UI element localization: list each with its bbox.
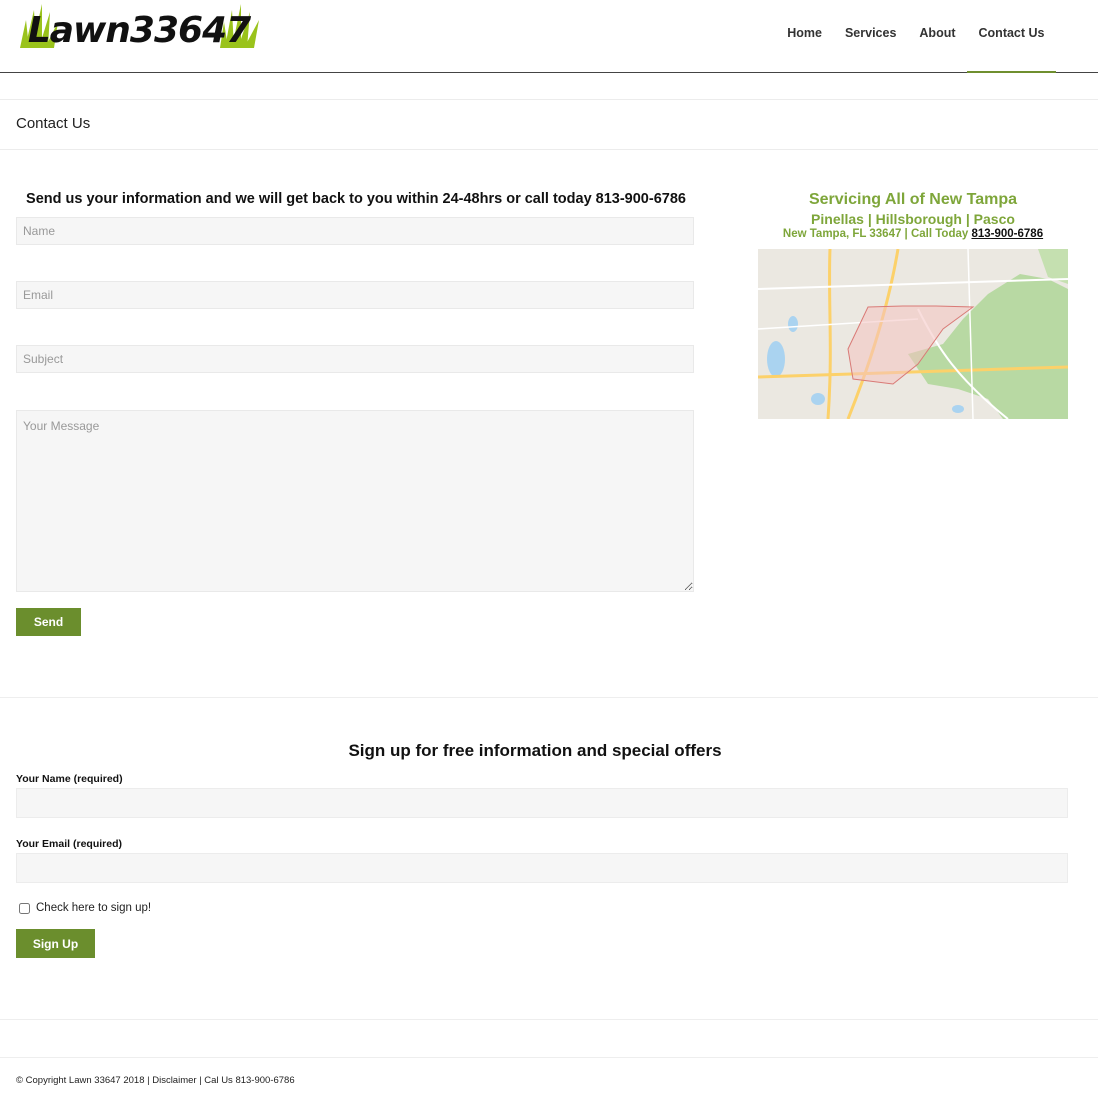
name-input[interactable] bbox=[16, 217, 694, 245]
signup-name-input[interactable] bbox=[16, 788, 1068, 818]
nav-home[interactable]: Home bbox=[776, 0, 834, 72]
section-divider bbox=[0, 697, 1098, 698]
send-button[interactable]: Send bbox=[16, 608, 81, 636]
signup-email-label: Your Email (required) bbox=[16, 838, 122, 850]
service-area-counties: Pinellas | Hillsborough | Pasco bbox=[811, 211, 1015, 227]
subject-input[interactable] bbox=[16, 345, 694, 373]
signup-heading: Sign up for free information and special… bbox=[348, 741, 722, 760]
signup-checkbox[interactable] bbox=[19, 902, 30, 914]
contact-form-heading: Send us your information and we will get… bbox=[26, 191, 686, 207]
service-area-location: New Tampa, FL 33647 | Call Today bbox=[782, 228, 972, 240]
phone-link[interactable]: 813-900-6786 bbox=[971, 228, 1043, 240]
signup-name-label: Your Name (required) bbox=[16, 773, 123, 785]
service-area-map[interactable] bbox=[757, 248, 1069, 420]
main-nav: Home Services About Contact Us bbox=[776, 0, 1056, 73]
signup-email-input[interactable] bbox=[16, 853, 1068, 883]
nav-contact-us[interactable]: Contact Us bbox=[967, 0, 1056, 73]
sign-up-button[interactable]: Sign Up bbox=[16, 929, 95, 958]
service-area-title: Servicing All of New Tampa bbox=[808, 191, 1018, 208]
service-area-box: Servicing All of New Tampa Pinellas | Hi… bbox=[758, 190, 1068, 241]
service-area-contact: New Tampa, FL 33647 | Call Today 813-900… bbox=[758, 228, 1068, 241]
email-input[interactable] bbox=[16, 281, 694, 309]
nav-services[interactable]: Services bbox=[833, 0, 907, 72]
nav-about[interactable]: About bbox=[908, 0, 967, 72]
signup-checkbox-row[interactable]: Check here to sign up! bbox=[19, 902, 151, 914]
footer-divider-top bbox=[0, 1019, 1098, 1020]
signup-checkbox-label: Check here to sign up! bbox=[36, 902, 152, 914]
site-logo[interactable]: Lawn33647 bbox=[20, 2, 260, 50]
page-title-bar: Contact Us bbox=[0, 99, 1098, 150]
logo-graphic: Lawn33647 bbox=[20, 4, 259, 50]
footer-divider-bottom bbox=[0, 1057, 1098, 1058]
footer-copyright: © Copyright Lawn 33647 2018 | Disclaimer… bbox=[16, 1075, 295, 1086]
logo-text: Lawn33647 bbox=[28, 10, 251, 50]
site-header: Lawn33647 Home Services About Contact Us bbox=[0, 0, 1098, 73]
page-title: Contact Us bbox=[16, 115, 91, 132]
message-textarea[interactable] bbox=[16, 410, 694, 592]
